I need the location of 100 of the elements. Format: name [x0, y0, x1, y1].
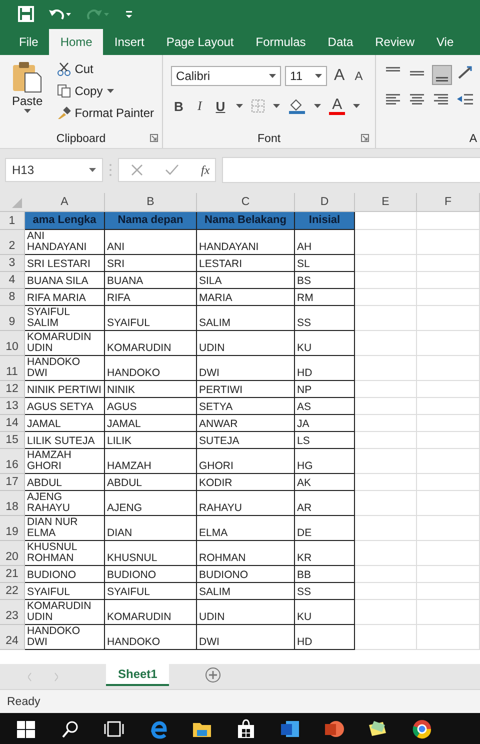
row-header[interactable]: 17: [0, 474, 25, 491]
align-left-icon[interactable]: [384, 91, 402, 107]
name-box[interactable]: H13: [5, 158, 103, 182]
row-header[interactable]: 23: [0, 600, 25, 625]
ribbon-tab[interactable]: Vie: [426, 29, 465, 55]
row-header[interactable]: 4: [0, 272, 25, 289]
row-header[interactable]: 24: [0, 625, 25, 650]
row-header[interactable]: 2: [0, 230, 25, 255]
browser-icon[interactable]: [412, 718, 432, 738]
row-header[interactable]: 20: [0, 541, 25, 566]
row-header[interactable]: 1: [0, 212, 25, 230]
row-header[interactable]: 11: [0, 356, 25, 381]
undo-icon[interactable]: [48, 6, 72, 20]
empty-cell: [417, 398, 480, 415]
caret-icon[interactable]: [353, 104, 360, 108]
caret-icon[interactable]: [273, 104, 280, 108]
empty-cell: [417, 289, 480, 306]
row-header[interactable]: 22: [0, 583, 25, 600]
font-name-field[interactable]: Calibri: [171, 66, 282, 86]
row-header[interactable]: 10: [0, 331, 25, 356]
table-cell: MARIA: [199, 293, 232, 304]
empty-cell: [355, 255, 417, 272]
font-size-field[interactable]: 11: [285, 66, 328, 86]
align-right-icon[interactable]: [432, 91, 450, 107]
add-sheet-icon[interactable]: [205, 667, 222, 683]
column-header[interactable]: B: [105, 193, 197, 211]
align-center-icon[interactable]: [408, 91, 426, 107]
cut-button[interactable]: Cut: [54, 59, 156, 79]
table-cell: SYAIFUL: [107, 587, 150, 598]
insert-function-button[interactable]: fx: [201, 162, 210, 178]
ribbon-tab[interactable]: File: [8, 29, 50, 55]
bold-button[interactable]: B: [171, 98, 186, 114]
table-cell: SYAIFUL: [27, 587, 70, 598]
empty-cell: [417, 331, 480, 356]
dialog-launcher-icon[interactable]: [361, 134, 370, 142]
table-cell: SRI: [107, 259, 125, 270]
table-cell: HD: [297, 368, 312, 379]
table-cell: RAHAYU: [199, 503, 242, 514]
dialog-launcher-icon[interactable]: [150, 134, 158, 142]
presentation-app-icon[interactable]: [324, 718, 344, 738]
caret-icon: [24, 109, 31, 114]
empty-cell: [355, 306, 417, 331]
empty-cell: [355, 541, 417, 566]
ribbon-tab[interactable]: Data: [316, 29, 364, 55]
ribbon-tab[interactable]: Home: [49, 29, 104, 55]
shopping-bag-icon[interactable]: [236, 718, 256, 738]
row-header[interactable]: 9: [0, 306, 25, 331]
row-header[interactable]: 21: [0, 566, 25, 583]
column-header[interactable]: A: [25, 193, 105, 211]
drag-handle-icon[interactable]: [109, 163, 112, 177]
ribbon-tab[interactable]: Formulas: [244, 29, 317, 55]
underline-button[interactable]: U: [212, 98, 228, 114]
row-header[interactable]: 19: [0, 516, 25, 541]
bottom-align-icon[interactable]: [432, 65, 452, 85]
ribbon-tab[interactable]: Insert: [103, 29, 156, 55]
sheet-tab[interactable]: Sheet1: [106, 664, 170, 686]
italic-button[interactable]: I: [194, 98, 205, 114]
header-cell: ama Lengka: [32, 215, 96, 226]
caret-icon[interactable]: [236, 104, 244, 108]
caret-icon[interactable]: [314, 104, 322, 108]
ribbon-tab[interactable]: Page Layout: [155, 29, 245, 55]
table-cell: SETYA: [199, 402, 233, 413]
font-color-button[interactable]: A: [329, 98, 346, 114]
table-cell: UDIN: [199, 612, 225, 623]
indent-icon[interactable]: [456, 91, 474, 107]
fill-color-icon[interactable]: [288, 98, 306, 114]
formula-input[interactable]: [222, 157, 480, 183]
row-header[interactable]: 13: [0, 398, 25, 415]
row-header[interactable]: 3: [0, 255, 25, 272]
column-header[interactable]: C: [197, 193, 295, 211]
row-header[interactable]: 12: [0, 381, 25, 398]
ribbon-tab[interactable]: Review: [364, 29, 426, 55]
task-view-icon[interactable]: [104, 718, 124, 738]
search-icon[interactable]: [60, 718, 80, 738]
empty-cell: [417, 600, 480, 625]
brush-icon: [56, 106, 71, 120]
document-app-icon[interactable]: [280, 718, 300, 738]
row-header[interactable]: 16: [0, 449, 25, 474]
orientation-icon[interactable]: [456, 65, 474, 81]
windows-icon[interactable]: [16, 718, 36, 738]
column-header[interactable]: E: [355, 193, 417, 211]
paste-button[interactable]: Paste: [6, 59, 49, 130]
row-header[interactable]: 14: [0, 415, 25, 432]
table-cell: NINIK PERTIWI: [27, 385, 102, 396]
format-painter-button[interactable]: Format Painter: [54, 103, 156, 123]
empty-cell: [355, 289, 417, 306]
increase-font-button[interactable]: A: [331, 67, 348, 85]
table-cell-text: DIAN NUR ELMA: [27, 517, 79, 539]
table-cell: KR: [297, 553, 312, 564]
notes-icon[interactable]: [368, 718, 388, 738]
row-header[interactable]: 15: [0, 432, 25, 449]
save-icon[interactable]: [18, 6, 34, 22]
table-cell: SRI LESTARI: [27, 259, 90, 270]
copy-button[interactable]: Copy: [54, 81, 156, 101]
column-header[interactable]: F: [417, 193, 480, 211]
table-cell: HANDOKO: [107, 637, 160, 648]
decrease-font-button[interactable]: A: [352, 69, 366, 83]
row-header[interactable]: 8: [0, 289, 25, 306]
column-header[interactable]: D: [295, 193, 355, 211]
row-header[interactable]: 18: [0, 491, 25, 516]
